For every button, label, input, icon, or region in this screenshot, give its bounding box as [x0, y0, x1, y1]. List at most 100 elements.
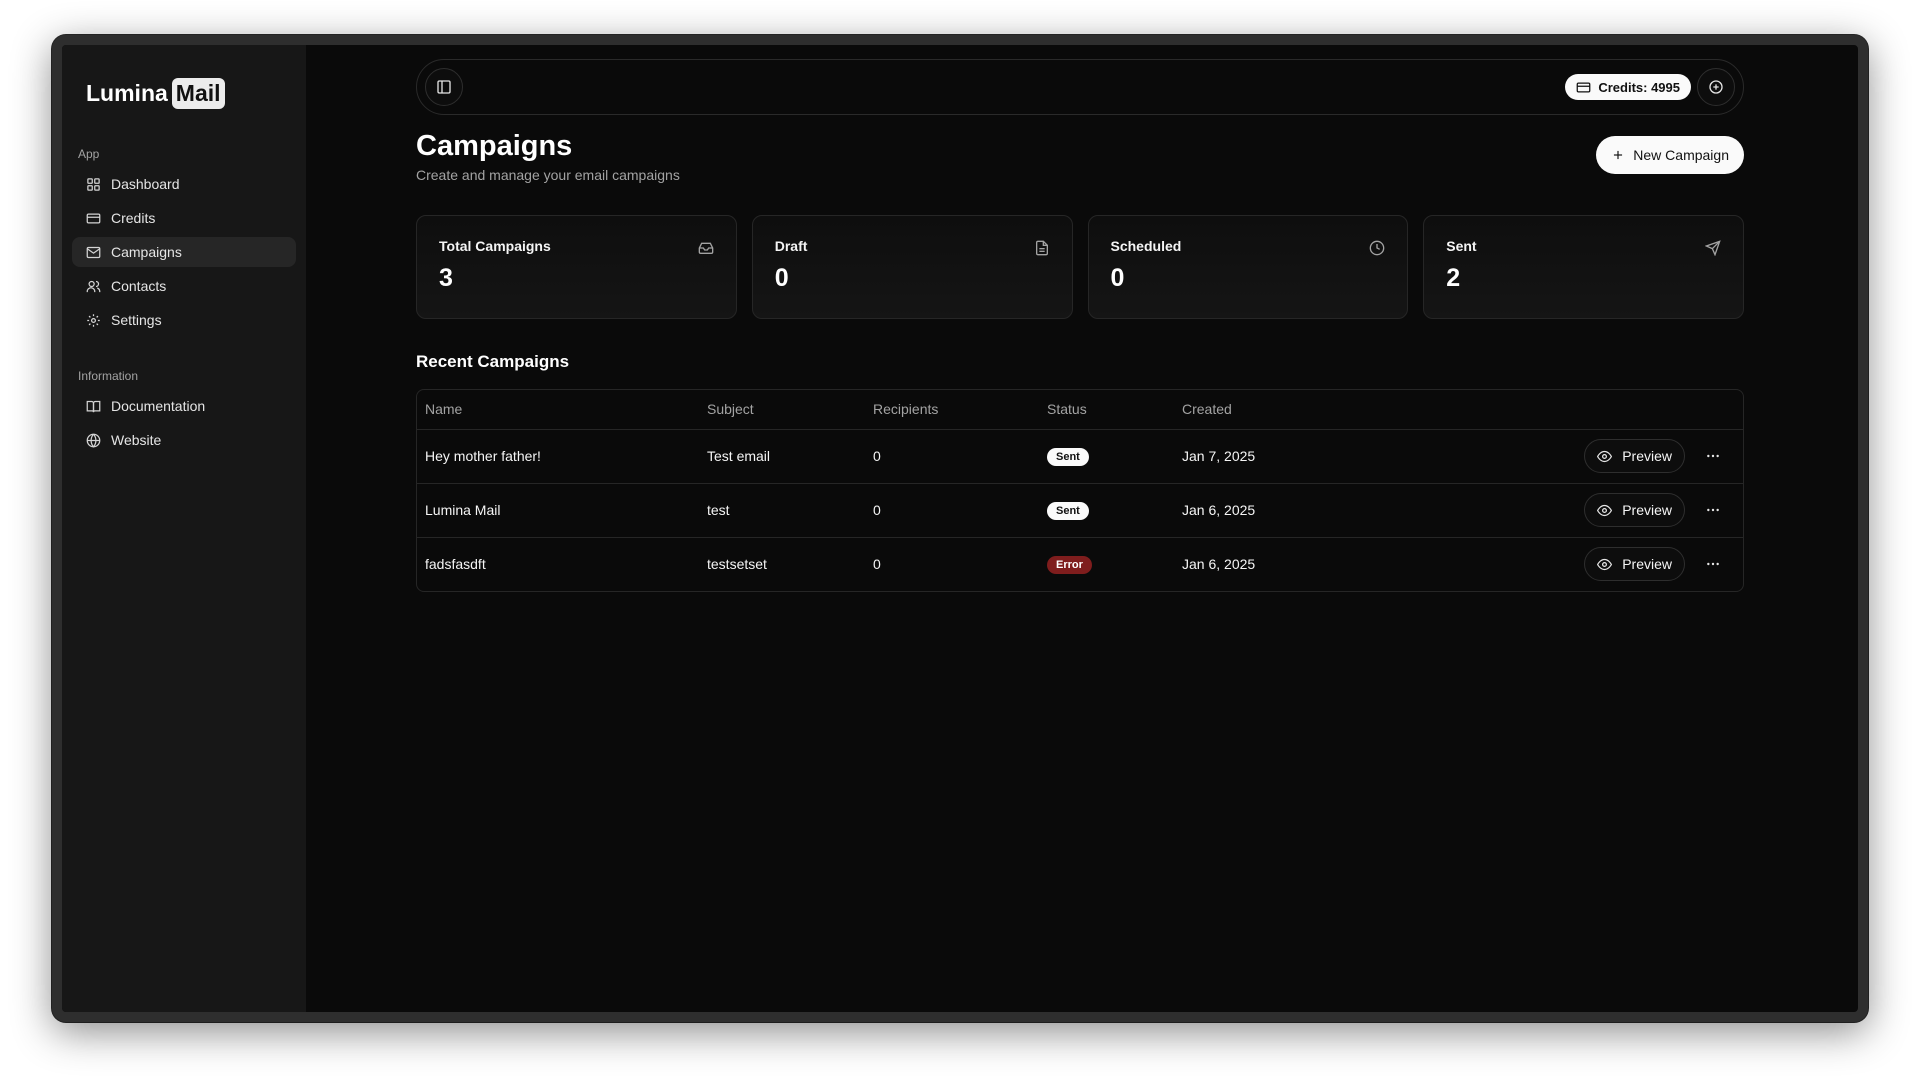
- grid-icon: [87, 177, 100, 191]
- column-header-name: Name: [417, 390, 699, 430]
- cell-name: fadsfasdft: [425, 556, 486, 573]
- preview-button[interactable]: Preview: [1584, 439, 1685, 473]
- add-credits-button[interactable]: [1697, 68, 1735, 106]
- status-badge: Sent: [1047, 501, 1089, 520]
- main-content: Credits: 4995 Campaigns Create and manag…: [306, 45, 1858, 1012]
- more-options-button[interactable]: [1699, 550, 1727, 578]
- new-campaign-label: New Campaign: [1633, 147, 1729, 163]
- cell-recipients: 0: [865, 483, 1039, 538]
- sidebar-item-settings[interactable]: Settings: [72, 305, 296, 335]
- ellipsis-icon: [1707, 508, 1719, 512]
- page-header: Campaigns Create and manage your email c…: [416, 130, 1744, 183]
- mail-icon: [86, 246, 101, 258]
- cell-status: Sent: [1039, 483, 1174, 538]
- sidebar-item-website[interactable]: Website: [72, 425, 296, 455]
- book-icon: [86, 400, 101, 412]
- cell-created: Jan 6, 2025: [1174, 483, 1364, 538]
- topbar: Credits: 4995: [416, 59, 1744, 115]
- logo[interactable]: Lumina Mail: [86, 73, 296, 113]
- sidebar-item-credits[interactable]: Credits: [72, 203, 296, 233]
- globe-icon: [86, 433, 101, 448]
- credit-card-icon: [86, 213, 101, 223]
- sidebar-item-label: Campaigns: [111, 244, 182, 260]
- sidebar-item-label: Website: [111, 432, 162, 448]
- sidebar-item-label: Dashboard: [111, 176, 180, 192]
- cell-actions: Preview: [1364, 483, 1743, 538]
- plus-icon: [1614, 150, 1623, 160]
- send-icon: [1705, 240, 1721, 256]
- cell-name: Hey mother father!: [417, 429, 699, 484]
- recent-campaigns-title: Recent Campaigns: [416, 352, 570, 371]
- cell-name: Lumina Mail: [417, 483, 699, 538]
- logo-text: Lumina: [86, 79, 168, 106]
- clock-icon: [1369, 240, 1385, 256]
- credit-card-icon: [1576, 82, 1591, 92]
- stat-card-draft: Draft 0: [751, 215, 1073, 319]
- app-window: Lumina Mail App Dashboard Credits Campai…: [52, 35, 1868, 1022]
- campaigns-table: Name Subject Recipients Status Created H…: [416, 389, 1744, 592]
- sidebar-item-label: Credits: [111, 210, 156, 226]
- preview-button[interactable]: Preview: [1584, 493, 1685, 527]
- column-header-created: Created: [1174, 390, 1364, 430]
- stat-label: Draft: [774, 238, 808, 254]
- more-options-button[interactable]: [1699, 442, 1727, 470]
- table-header-row: Name Subject Recipients Status Created: [417, 390, 1743, 430]
- stat-card-scheduled: Scheduled 0: [1087, 215, 1409, 319]
- plus-circle-icon: [1709, 80, 1723, 94]
- ellipsis-icon: [1707, 454, 1719, 458]
- stat-value: 2: [1446, 264, 1461, 292]
- table-row: Hey mother father! Test email 0 Sent Jan…: [417, 429, 1743, 484]
- sidebar-item-documentation[interactable]: Documentation: [72, 391, 296, 421]
- users-icon: [86, 280, 101, 292]
- cell-recipients: 0: [865, 429, 1039, 484]
- preview-label: Preview: [1622, 502, 1672, 518]
- preview-label: Preview: [1622, 448, 1672, 464]
- sidebar-item-dashboard[interactable]: Dashboard: [72, 169, 296, 199]
- table-row: Lumina Mail test 0 Sent Jan 6, 2025 Prev…: [417, 483, 1743, 538]
- sidebar-item-label: Settings: [111, 312, 162, 328]
- section-label-app: App: [78, 147, 100, 161]
- preview-button[interactable]: Preview: [1584, 547, 1685, 582]
- column-header-status: Status: [1039, 390, 1174, 430]
- stats-row: Total Campaigns 3 Draft 0 Scheduled 0 Se…: [416, 215, 1744, 319]
- cell-status: Sent: [1039, 429, 1174, 484]
- sidebar-toggle-button[interactable]: [425, 68, 463, 106]
- eye-icon: [1597, 558, 1613, 570]
- stat-value: 3: [439, 264, 453, 292]
- topbar-right: Credits: 4995: [1565, 68, 1735, 106]
- status-badge: Sent: [1047, 447, 1089, 466]
- stat-label: Sent: [1446, 238, 1477, 254]
- table-row: fadsfasdft testsetset 0 Error Jan 6, 202…: [417, 537, 1743, 591]
- cell-created: Jan 6, 2025: [1182, 556, 1256, 573]
- stat-card-sent: Sent 2: [1423, 215, 1744, 319]
- stat-value: 0: [774, 264, 789, 292]
- cell-status: Error: [1039, 537, 1174, 591]
- inbox-icon: [698, 242, 714, 254]
- more-options-button[interactable]: [1699, 496, 1727, 524]
- section-label-information: Information: [78, 369, 139, 383]
- credits-label: Credits: 4995: [1598, 79, 1680, 95]
- cell-created: Jan 7, 2025: [1174, 429, 1364, 484]
- stat-label: Total Campaigns: [439, 238, 551, 254]
- gear-icon: [87, 313, 100, 327]
- sidebar-item-contacts[interactable]: Contacts: [72, 271, 296, 301]
- new-campaign-button[interactable]: New Campaign: [1596, 136, 1744, 174]
- stat-card-total: Total Campaigns 3: [416, 215, 737, 319]
- sidebar-item-label: Contacts: [111, 278, 167, 294]
- eye-icon: [1597, 504, 1613, 516]
- cell-subject: testsetset: [707, 556, 767, 573]
- page-title: Campaigns: [416, 130, 573, 162]
- stat-label: Scheduled: [1110, 238, 1182, 254]
- eye-icon: [1597, 450, 1613, 462]
- cell-actions: Preview: [1364, 429, 1743, 484]
- sidebar-item-label: Documentation: [111, 398, 206, 414]
- panel-left-icon: [437, 80, 451, 94]
- page-subtitle: Create and manage your email campaigns: [416, 167, 680, 183]
- cell-subject: Test email: [699, 429, 865, 484]
- preview-label: Preview: [1622, 556, 1672, 573]
- cell-subject: test: [699, 483, 865, 538]
- column-header-subject: Subject: [699, 390, 865, 430]
- stat-value: 0: [1110, 264, 1125, 292]
- sidebar-item-campaigns[interactable]: Campaigns: [72, 237, 296, 267]
- credits-button[interactable]: Credits: 4995: [1565, 74, 1691, 100]
